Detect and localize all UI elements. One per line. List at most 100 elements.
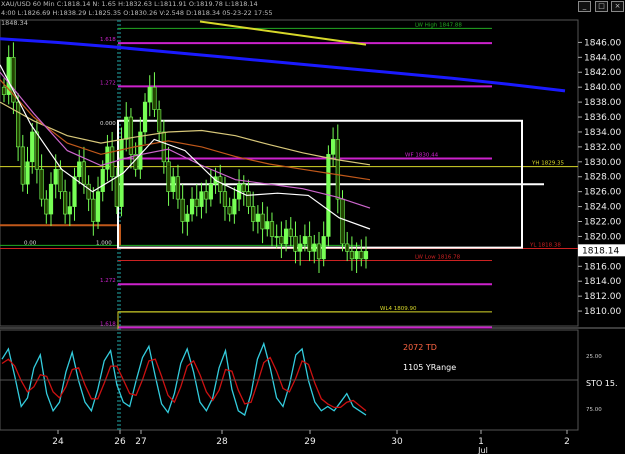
- candle-body: [189, 198, 195, 215]
- fib-label: 0.000: [100, 121, 116, 127]
- oscillator-axis-label: STO 15.: [586, 379, 618, 388]
- candle-body: [77, 161, 82, 178]
- level-label: 1.272: [100, 80, 116, 86]
- y-tick-label: 1832.00: [584, 143, 621, 153]
- candle-body: [222, 191, 228, 207]
- candle-body: [246, 191, 251, 207]
- stochastic-line: [1, 341, 367, 417]
- top-trend-line: [199, 20, 367, 46]
- candle-body: [138, 131, 143, 170]
- stochastic-line: [1, 356, 367, 412]
- candle-body: [142, 101, 148, 133]
- candle-body: [152, 86, 157, 110]
- y-tick-label: 1812.00: [584, 292, 621, 302]
- candle-body: [307, 236, 312, 252]
- candle-body: [345, 243, 350, 252]
- candle-body: [166, 161, 171, 192]
- candle-body: [194, 198, 199, 207]
- candle-body: [48, 183, 54, 215]
- candle-body: [265, 221, 270, 230]
- candle-body: [180, 198, 185, 222]
- level-label: LW Low 1816.78: [415, 254, 461, 260]
- candle-body: [20, 146, 25, 185]
- level-label: 1.272: [100, 278, 116, 284]
- candle-body: [100, 168, 105, 192]
- candle-body: [293, 236, 298, 252]
- oscillator-axis-label: 25.00: [586, 354, 602, 360]
- candle-body: [199, 191, 204, 207]
- x-tick-label: 29: [304, 437, 316, 447]
- candle-body: [274, 236, 279, 238]
- y-tick-label: 1844.00: [584, 53, 621, 63]
- y-tick-label: 1846.00: [584, 38, 621, 48]
- candle-body: [312, 243, 317, 252]
- x-tick-label: 26: [114, 437, 126, 447]
- candle-body: [321, 236, 326, 260]
- moving-average-line: [0, 37, 566, 93]
- candle-body: [288, 228, 293, 237]
- x-tick-label: 28: [216, 437, 228, 447]
- candle-body: [359, 251, 364, 260]
- x-tick-label: 2: [564, 437, 570, 447]
- price-chart[interactable]: 1846.00 1844.00 1842.00 1840.00 1838.00 1836.…: [0, 0, 625, 454]
- candle-body: [114, 176, 119, 207]
- candle-body: [283, 228, 289, 245]
- y-tick-label: 1814.00: [584, 277, 621, 287]
- candle-body: [157, 109, 162, 133]
- candle-body: [44, 198, 49, 215]
- candle-body: [124, 116, 129, 140]
- level-label: WF 1830.44: [405, 153, 439, 159]
- candle-body: [67, 206, 72, 215]
- y-tick-label: 1840.00: [584, 83, 621, 93]
- candle-body: [340, 198, 345, 245]
- candle-body: [1, 86, 7, 95]
- level-label: WL4 1809.90: [380, 306, 417, 312]
- y-tick-label: 1816.00: [584, 262, 621, 272]
- oscillator-annotation: 1105 YRange: [403, 363, 456, 372]
- candle-body: [91, 198, 96, 222]
- candle-body: [147, 86, 152, 103]
- oscillator-annotation: 2072 TD: [403, 343, 437, 352]
- y-tick-label: 1810.00: [584, 307, 621, 317]
- candle-body: [30, 131, 35, 163]
- level-label: 1.618: [100, 37, 116, 43]
- x-tick-label: 30: [391, 437, 403, 447]
- candle-body: [175, 176, 181, 200]
- candle-body: [349, 251, 354, 260]
- candle-body: [316, 243, 322, 260]
- candle-body: [16, 101, 21, 148]
- candle-body: [302, 236, 307, 245]
- x-tick-label: 24: [52, 437, 64, 447]
- candle-body: [208, 183, 213, 200]
- moving-average-line: [0, 64, 371, 230]
- candle-body: [330, 139, 336, 155]
- y-tick-label: 1822.00: [584, 218, 621, 228]
- candle-body: [34, 131, 40, 170]
- candle-body: [251, 206, 256, 222]
- last-price-label: 1818.14: [582, 246, 619, 256]
- candle-body: [185, 213, 190, 222]
- x-tick-label: 27: [135, 437, 146, 447]
- candle-body: [105, 146, 110, 170]
- candle-body: [95, 191, 101, 222]
- candle-body: [86, 183, 91, 200]
- candle-body: [81, 161, 87, 185]
- y-tick-label: 1826.00: [584, 188, 621, 198]
- oscillator-axis-label: 75.00: [586, 407, 602, 413]
- y-tick-label: 1836.00: [584, 113, 621, 123]
- candle-body: [53, 168, 58, 185]
- level-label: LW High 1847.88: [415, 22, 462, 28]
- candle-body: [298, 243, 303, 252]
- candle-body: [232, 198, 237, 215]
- candle-body: [241, 183, 246, 192]
- y-tick-label: 1838.00: [584, 98, 621, 108]
- y-tick-label: 1834.00: [584, 128, 621, 138]
- candle-body: [39, 168, 44, 200]
- level-label: 1.618: [100, 321, 116, 327]
- y-tick-label: 1824.00: [584, 203, 621, 213]
- candle-body: [227, 206, 232, 215]
- y-tick-label: 1820.00: [584, 232, 621, 242]
- candle-body: [279, 236, 284, 245]
- candle-body: [255, 213, 260, 222]
- candle-body: [204, 191, 209, 200]
